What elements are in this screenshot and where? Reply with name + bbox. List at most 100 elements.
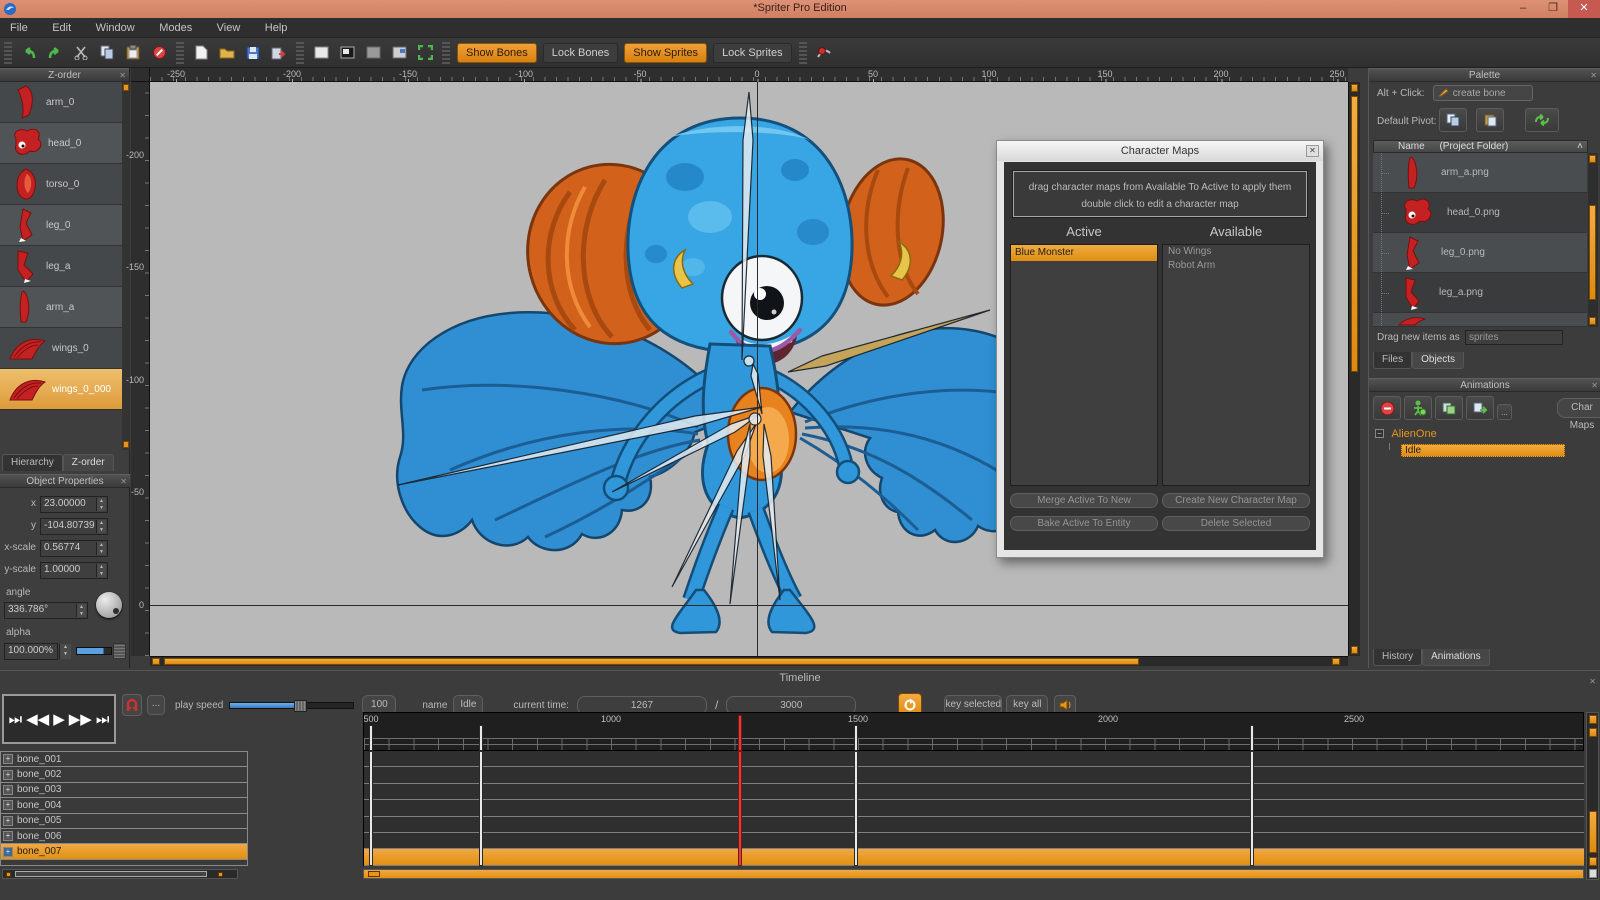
lanes-v-scrollbar[interactable]	[1586, 712, 1599, 880]
view-dark-icon[interactable]	[337, 43, 357, 63]
tab-files[interactable]: Files	[1373, 352, 1412, 369]
track-lane[interactable]	[364, 800, 1584, 816]
open-folder-icon[interactable]	[217, 43, 237, 63]
zorder-item-wings0[interactable]: wings_0	[0, 328, 122, 369]
lanes-scrollbar[interactable]	[363, 869, 1584, 879]
timeline-ruler[interactable]: 500 1000 1500 2000 2500	[363, 712, 1584, 751]
active-item-blue-monster[interactable]: Blue Monster	[1011, 245, 1157, 261]
bone-row-2[interactable]: +bone_002	[1, 767, 247, 782]
expand-icon[interactable]: +	[3, 847, 13, 857]
undo-icon[interactable]	[19, 43, 39, 63]
timeline-lanes[interactable]	[363, 751, 1584, 866]
dialog-close-icon[interactable]: ✕	[1306, 145, 1319, 157]
angle-dial[interactable]	[96, 592, 122, 618]
xscale-input[interactable]: 0.56774▲▼	[40, 540, 108, 557]
master-keyframe[interactable]	[369, 725, 373, 751]
save-icon[interactable]	[243, 43, 263, 63]
alpha-slider[interactable]	[76, 647, 112, 655]
add-animation-button[interactable]	[1404, 396, 1432, 420]
y-input[interactable]: -104.80739▲▼	[40, 518, 108, 535]
menu-modes[interactable]: Modes	[149, 19, 202, 37]
merge-active-button[interactable]: Merge Active To New	[1010, 493, 1158, 508]
track-lane[interactable]	[364, 833, 1584, 849]
restore-button[interactable]: ❐	[1540, 0, 1566, 18]
object-properties-close-icon[interactable]: ✕	[120, 477, 127, 486]
magnet-button[interactable]	[122, 694, 142, 716]
menu-help[interactable]: Help	[255, 19, 298, 37]
animations-close-icon[interactable]: ✕	[1591, 381, 1598, 390]
copy-animation-button[interactable]	[1466, 396, 1494, 420]
scroll-down-button[interactable]	[1351, 646, 1358, 654]
file-list-scrollbar[interactable]	[1588, 153, 1598, 327]
scroll-thumb-handle[interactable]	[368, 871, 380, 877]
scroll-left-button[interactable]	[152, 658, 160, 665]
minimize-button[interactable]: –	[1510, 0, 1536, 18]
file-item-lega[interactable]: leg_a.png	[1373, 273, 1587, 313]
canvas-h-scroll-thumb[interactable]	[164, 658, 1139, 665]
scroll-right-button[interactable]	[1332, 658, 1340, 665]
remove-animation-button[interactable]	[1373, 396, 1401, 420]
menu-file[interactable]: File	[0, 19, 38, 37]
expand-icon[interactable]: +	[3, 785, 13, 795]
delete-selected-button[interactable]: Delete Selected	[1162, 516, 1310, 531]
zorder-close-icon[interactable]: ✕	[119, 71, 126, 80]
canvas-h-scrollbar[interactable]	[150, 656, 1348, 666]
entity-node[interactable]: AlienOne	[1391, 428, 1436, 440]
lock-sprites-button[interactable]: Lock Sprites	[713, 43, 792, 63]
show-sprites-button[interactable]: Show Sprites	[624, 43, 707, 63]
x-input[interactable]: 23.00000▲▼	[40, 496, 108, 513]
file-item-arma[interactable]: arm_a.png	[1373, 153, 1587, 193]
scroll-up-button[interactable]	[1589, 155, 1596, 163]
character-maps-dialog[interactable]: Character Maps✕ drag character maps from…	[996, 140, 1324, 558]
spinner-icon[interactable]: ▲▼	[96, 520, 106, 533]
active-list[interactable]: Blue Monster	[1010, 244, 1158, 486]
tab-zorder[interactable]: Z-order	[63, 454, 114, 471]
zorder-item-torso0[interactable]: torso_0	[0, 164, 122, 205]
tab-history[interactable]: History	[1373, 649, 1422, 666]
spinner-icon[interactable]: ▲▼	[76, 604, 86, 617]
track-lane[interactable]	[364, 767, 1584, 783]
import-icon[interactable]	[269, 43, 289, 63]
paste-icon[interactable]	[123, 43, 143, 63]
zorder-item-lega[interactable]: leg_a	[0, 246, 122, 287]
skip-end-button[interactable]: ⏭	[96, 711, 110, 728]
animation-node-idle[interactable]: Idle	[1401, 444, 1565, 457]
playhead-line[interactable]	[738, 751, 742, 866]
skip-start-button[interactable]: ⏭	[9, 711, 23, 728]
tab-hierarchy[interactable]: Hierarchy	[2, 454, 63, 471]
scroll-thumb[interactable]	[1589, 811, 1597, 853]
master-keyframe[interactable]	[479, 725, 483, 751]
master-keyframe[interactable]	[854, 725, 858, 751]
expand-icon[interactable]: +	[3, 770, 13, 780]
canvas-v-scrollbar[interactable]	[1348, 82, 1360, 656]
char-maps-button[interactable]: Char Maps	[1557, 398, 1600, 418]
expand-icon[interactable]: +	[3, 800, 13, 810]
canvas-v-scroll-thumb[interactable]	[1351, 96, 1358, 372]
scroll-up-button[interactable]	[1589, 728, 1597, 737]
scroll-up-button[interactable]	[123, 84, 129, 91]
file-item-partial[interactable]	[1373, 313, 1587, 327]
keyframe-column[interactable]	[1250, 751, 1254, 866]
bone-list-scrollbar[interactable]	[2, 869, 238, 879]
zorder-item-head0[interactable]: head_0	[0, 123, 122, 164]
zorder-item-arm0[interactable]: arm_0	[0, 82, 122, 123]
duplicate-animation-button[interactable]	[1435, 396, 1463, 420]
expand-icon[interactable]: +	[3, 831, 13, 841]
close-button[interactable]: ✕	[1568, 0, 1600, 18]
yscale-input[interactable]: 1.00000▲▼	[40, 562, 108, 579]
file-item-leg0[interactable]: leg_0.png	[1373, 233, 1587, 273]
track-lane[interactable]	[364, 817, 1584, 833]
alpha-spinner-icon[interactable]: ▲▼	[59, 644, 71, 659]
available-list[interactable]: No Wings Robot Arm	[1162, 244, 1310, 486]
scroll-up-button[interactable]	[1351, 84, 1358, 92]
scroll-thumb[interactable]	[15, 871, 207, 877]
new-file-icon[interactable]	[191, 43, 211, 63]
track-lane[interactable]	[364, 784, 1584, 800]
bone-row-4[interactable]: +bone_004	[1, 798, 247, 813]
pivot-paste-button[interactable]	[1476, 108, 1504, 132]
spinner-icon[interactable]: ▲▼	[96, 498, 106, 511]
dialog-titlebar[interactable]: Character Maps✕	[997, 141, 1323, 161]
spinner-icon[interactable]: ▲▼	[96, 564, 106, 577]
collapse-icon[interactable]: −	[1375, 429, 1384, 438]
menu-window[interactable]: Window	[86, 19, 145, 37]
